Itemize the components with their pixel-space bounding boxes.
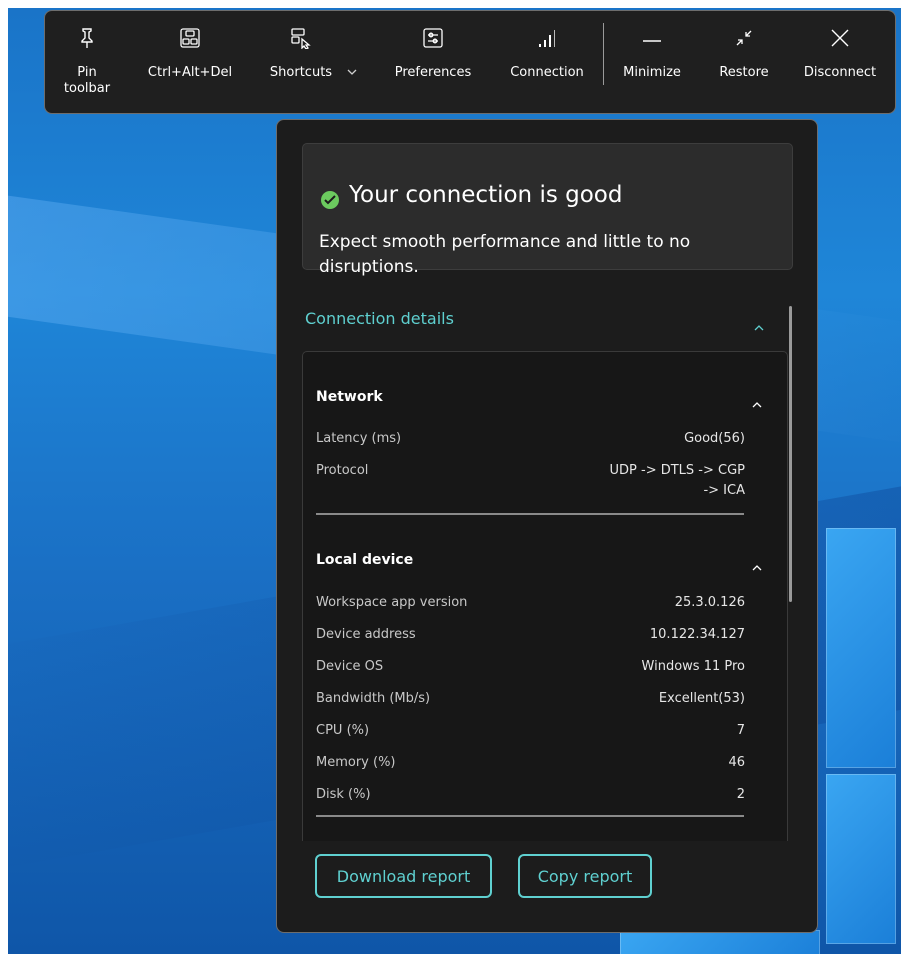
memory-label: Memory (%) — [316, 755, 396, 770]
workspace-version-value: 25.3.0.126 — [674, 595, 745, 610]
connection-details-box: Network Latency (ms) Good(56) Protocol U… — [302, 351, 788, 841]
protocol-value: UDP -> DTLS -> CGP -> ICA — [610, 461, 746, 501]
bandwidth-value: Excellent(53) — [658, 691, 745, 706]
restore-button[interactable]: Restore — [709, 11, 779, 115]
disconnect-label: Disconnect — [803, 65, 877, 80]
cpu-label: CPU (%) — [316, 723, 370, 738]
preferences-icon — [422, 27, 444, 65]
toolbar-divider — [603, 23, 604, 85]
device-os-label: Device OS — [316, 659, 384, 674]
scrollbar[interactable] — [789, 306, 792, 602]
restore-label: Restore — [719, 65, 769, 80]
status-description: Expect smooth performance and little to … — [319, 232, 691, 277]
pin-icon — [76, 27, 98, 65]
section-divider — [316, 513, 744, 515]
pin-label-line2: toolbar — [63, 81, 111, 96]
restore-icon — [733, 27, 755, 65]
minimize-button[interactable]: Minimize — [615, 11, 689, 115]
connection-flyout: Your connection is good Expect smooth pe… — [276, 119, 818, 933]
protocol-value-line1: UDP -> DTLS -> CGP — [609, 463, 746, 478]
latency-value: Good(56) — [684, 431, 745, 446]
network-section-title: Network — [316, 389, 383, 405]
protocol-value-line2: -> ICA — [703, 483, 745, 498]
windows-logo-pane — [826, 774, 896, 944]
session-toolbar: Pin toolbar Ctrl+Alt+Del Shortcuts Prefe… — [44, 10, 896, 114]
section-divider — [316, 815, 744, 817]
connection-status-card: Your connection is good Expect smooth pe… — [302, 143, 793, 277]
close-icon — [829, 27, 851, 65]
chevron-down-icon[interactable] — [346, 61, 358, 75]
connection-details-toggle[interactable]: Connection details — [305, 309, 775, 333]
device-address-label: Device address — [316, 627, 416, 642]
check-circle-icon — [321, 191, 339, 209]
bandwidth-label: Bandwidth (Mb/s) — [316, 691, 431, 706]
shortcuts-label: Shortcuts — [269, 65, 333, 80]
disconnect-button[interactable]: Disconnect — [795, 11, 885, 115]
ctrl-alt-del-button[interactable]: Ctrl+Alt+Del — [137, 11, 243, 115]
pin-label-line1: Pin — [77, 65, 97, 80]
keyboard-keys-icon — [179, 27, 201, 65]
disk-value: 2 — [736, 787, 745, 802]
signal-bars-icon — [536, 27, 558, 65]
chevron-up-icon — [751, 557, 763, 571]
ctrl-alt-del-label: Ctrl+Alt+Del — [147, 65, 233, 80]
cpu-value: 7 — [736, 723, 745, 738]
pin-toolbar-button[interactable]: Pin toolbar — [59, 11, 115, 115]
device-address-value: 10.122.34.127 — [649, 627, 745, 642]
windows-logo-pane — [826, 528, 896, 768]
chevron-up-icon — [753, 317, 765, 331]
device-os-value: Windows 11 Pro — [641, 659, 745, 674]
workspace-version-label: Workspace app version — [316, 595, 468, 610]
shortcuts-button[interactable]: Shortcuts — [261, 11, 341, 115]
connection-details-title: Connection details — [305, 309, 454, 328]
latency-label: Latency (ms) — [316, 431, 402, 446]
status-title: Your connection is good — [349, 182, 623, 208]
windows-logo-pane — [620, 930, 820, 954]
copy-report-button[interactable]: Copy report — [518, 854, 652, 898]
minimize-label: Minimize — [623, 65, 681, 80]
local-device-section-title: Local device — [316, 552, 414, 568]
download-report-button[interactable]: Download report — [315, 854, 492, 898]
protocol-label: Protocol — [316, 463, 369, 478]
connection-label: Connection — [510, 65, 584, 80]
connection-button[interactable]: Connection — [501, 11, 593, 115]
disk-label: Disk (%) — [316, 787, 371, 802]
minimize-icon — [641, 27, 663, 65]
shortcuts-icon — [290, 27, 312, 65]
preferences-button[interactable]: Preferences — [383, 11, 483, 115]
chevron-up-icon — [751, 394, 763, 408]
preferences-label: Preferences — [394, 65, 472, 80]
memory-value: 46 — [728, 755, 745, 770]
